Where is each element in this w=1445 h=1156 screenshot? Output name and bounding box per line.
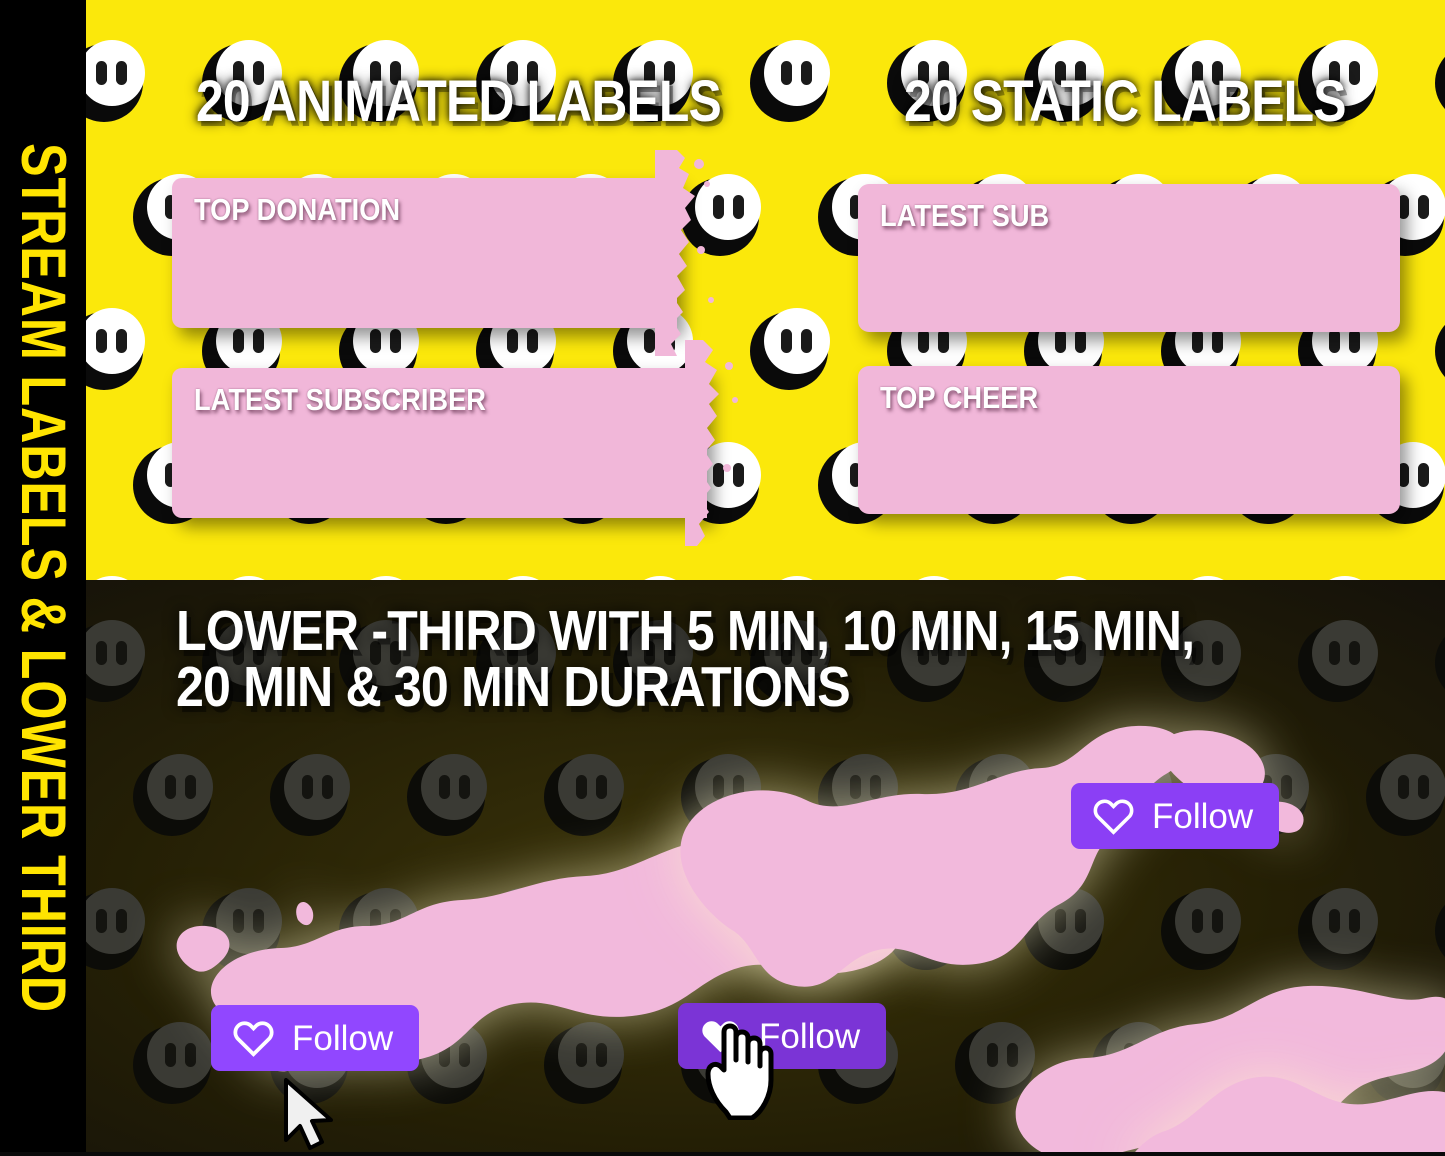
splatter-edge [685,340,755,546]
label-caption: TOP DONATION [194,192,401,227]
heading-animated-labels: 20 ANIMATED LABELS [196,69,722,134]
heart-outline-icon [233,1021,274,1057]
follow-button-label: Follow [1152,796,1254,836]
smiley-face-icon [86,308,145,390]
pointing-hand-cursor [705,1023,774,1120]
bottom-edge-strip [0,1152,1445,1156]
splatter-edge [655,150,725,356]
smiley-face-icon [86,40,145,122]
heading-static-labels: 20 STATIC LABELS [904,69,1347,134]
follow-button-label: Follow [292,1018,394,1058]
sidebar-title-bar: STREAM LABELS & LOWER THIRD [0,0,86,1156]
animated-label-top-donation[interactable]: TOP DONATION [172,150,714,356]
heart-outline-icon [1093,799,1134,835]
label-caption: LATEST SUBSCRIBER [194,382,487,417]
follow-button-left[interactable]: Follow [211,1005,420,1071]
follow-button-right[interactable]: Follow [1071,783,1280,849]
preview-canvas: 20 ANIMATED LABELS 20 STATIC LABELS TOP … [0,0,1445,1156]
smiley-face-icon [1434,312,1445,390]
label-caption: LATEST SUB [880,198,1050,233]
static-label-top-cheer[interactable]: TOP CHEER [858,366,1400,514]
smiley-face-icon [749,40,830,122]
smiley-face-icon [749,308,830,390]
smiley-face-icon [1434,44,1445,122]
heading-lower-third: LOWER -THIRD WITH 5 MIN, 10 MIN, 15 MIN,… [176,599,1195,719]
animated-label-latest-subscriber[interactable]: LATEST SUBSCRIBER [172,340,738,546]
arrow-cursor [284,1078,333,1150]
label-caption: TOP CHEER [880,380,1039,415]
animated-and-static-labels-section: 20 ANIMATED LABELS 20 STATIC LABELS TOP … [86,0,1445,580]
static-label-latest-sub[interactable]: LATEST SUB [858,184,1400,332]
sidebar-title-text: STREAM LABELS & LOWER THIRD [8,143,78,1013]
